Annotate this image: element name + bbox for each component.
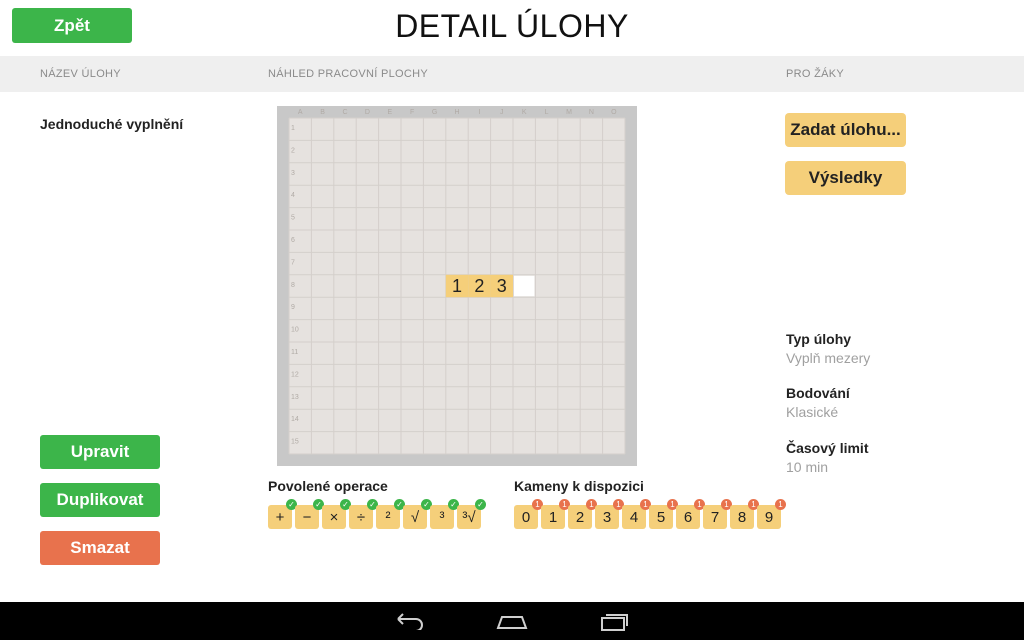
stone-digit: 5 — [656, 508, 666, 526]
operation-tile[interactable]: √ ✓ — [403, 499, 432, 529]
board-column-label: K — [522, 109, 527, 116]
operation-symbol: ³ — [439, 508, 445, 526]
home-nav-icon[interactable] — [496, 614, 528, 630]
operation-tile[interactable]: − ✓ — [295, 499, 324, 529]
operation-symbol: √ — [410, 508, 420, 526]
board-column-label: B — [320, 109, 325, 116]
stone-digit: 9 — [764, 508, 774, 526]
operation-tile[interactable]: ² ✓ — [376, 499, 405, 529]
stone-digit: 1 — [548, 508, 558, 526]
column-header-students: PRO ŽÁKY — [786, 68, 845, 80]
operation-symbol: ÷ — [356, 508, 366, 526]
board-tile-value: 3 — [497, 276, 507, 296]
board-column-label: J — [500, 109, 504, 116]
operation-tile[interactable]: ³ ✓ — [430, 499, 459, 529]
operation-symbol: + — [275, 508, 285, 526]
stone-tile[interactable]: 51 — [649, 499, 678, 529]
operation-tile[interactable]: + ✓ — [268, 499, 297, 529]
board-column-label: O — [611, 109, 617, 116]
recent-apps-icon[interactable] — [600, 612, 630, 632]
board-row-label: 11 — [291, 349, 298, 356]
board-tile-value: 1 — [452, 276, 462, 296]
back-nav-icon[interactable] — [394, 612, 426, 630]
stone-tile[interactable]: 01 — [514, 499, 543, 529]
task-type-label: Typ úlohy — [786, 331, 852, 347]
operation-symbol: ³√ — [462, 508, 476, 526]
stone-digit: 3 — [602, 508, 612, 526]
board-column-label: G — [432, 109, 437, 116]
stone-tile[interactable]: 81 — [730, 499, 759, 529]
board-column-label: M — [566, 109, 572, 116]
board-column-label: A — [298, 109, 303, 116]
board-row-label: 5 — [291, 215, 295, 222]
scoring-value: Klasické — [786, 404, 839, 420]
board-row-label: 13 — [291, 394, 299, 401]
page-title: DETAIL ÚLOHY — [395, 8, 629, 44]
stones-label: Kameny k dispozici — [514, 478, 644, 494]
operation-symbol: ² — [385, 508, 391, 526]
operation-symbol: × — [329, 508, 339, 526]
board-empty-slot[interactable] — [514, 275, 535, 297]
board-row-label: 3 — [291, 170, 295, 177]
stone-digit: 4 — [629, 508, 639, 526]
time-limit-value: 10 min — [786, 459, 829, 475]
board-row-label: 7 — [291, 259, 295, 266]
operation-tile[interactable]: ÷ ✓ — [349, 499, 378, 529]
stone-digit: 7 — [710, 508, 720, 526]
column-header-preview: NÁHLED PRACOVNÍ PLOCHY — [268, 68, 429, 80]
board-row-label: 8 — [291, 282, 295, 289]
edit-button[interactable]: Upravit — [40, 435, 160, 469]
board-row-label: 10 — [291, 327, 299, 334]
board-column-label: E — [387, 109, 392, 116]
column-header-name: NÁZEV ÚLOHY — [40, 68, 121, 80]
board-row-label: 14 — [291, 416, 299, 423]
board-column-label: F — [410, 109, 414, 116]
stone-digit: 0 — [521, 508, 531, 526]
stone-tile[interactable]: 41 — [622, 499, 651, 529]
board-row-label: 1 — [291, 125, 295, 132]
stone-tile[interactable]: 91 — [757, 499, 786, 529]
time-limit-label: Časový limit — [786, 440, 869, 456]
board-column-label: C — [342, 109, 347, 116]
task-name: Jednoduché vyplnění — [40, 116, 184, 132]
operation-tile[interactable]: × ✓ — [322, 499, 351, 529]
assign-task-button[interactable]: Zadat úlohu... — [785, 113, 906, 147]
stone-digit: 2 — [575, 508, 585, 526]
check-icon: ✓ — [475, 499, 486, 510]
duplicate-button[interactable]: Duplikovat — [40, 483, 160, 517]
stone-tile[interactable]: 31 — [595, 499, 624, 529]
operation-tile[interactable]: ³√ ✓ — [457, 499, 486, 529]
operation-symbol: − — [302, 508, 312, 526]
board-row-label: 15 — [291, 439, 299, 446]
column-header-bar — [0, 56, 1024, 92]
stone-count-badge: 1 — [775, 499, 786, 510]
board-row-label: 2 — [291, 147, 295, 154]
scoring-label: Bodování — [786, 385, 850, 401]
system-nav-bar — [0, 602, 1024, 640]
board-column-label: N — [589, 109, 594, 116]
board-column-label: L — [545, 109, 549, 116]
operations-list: + ✓ − ✓ × ✓ ÷ ✓ ² ✓ √ ✓ ³ ✓ ³√ ✓ — [268, 499, 498, 531]
stone-tile[interactable]: 11 — [541, 499, 570, 529]
board-row-label: 12 — [291, 371, 299, 378]
stone-tile[interactable]: 21 — [568, 499, 597, 529]
board-row-label: 6 — [291, 237, 295, 244]
board-row-label: 4 — [291, 192, 295, 199]
workspace-grid: A B C D E F G H I J K L M N O1234567891011121314151 2 3 — [288, 109, 626, 455]
stone-tile[interactable]: 71 — [703, 499, 732, 529]
board-column-label: H — [454, 109, 459, 116]
operations-label: Povolené operace — [268, 478, 388, 494]
board-tile-value: 2 — [474, 276, 484, 296]
board-column-label: D — [365, 109, 370, 116]
stone-digit: 8 — [737, 508, 747, 526]
stone-digit: 6 — [683, 508, 693, 526]
stones-list: 01112131415161718191 — [514, 499, 794, 531]
delete-button[interactable]: Smazat — [40, 531, 160, 565]
stone-tile[interactable]: 61 — [676, 499, 705, 529]
board-column-label: I — [478, 109, 480, 116]
results-button[interactable]: Výsledky — [785, 161, 906, 195]
task-type-value: Vyplň mezery — [786, 350, 871, 366]
board-row-label: 9 — [291, 304, 295, 311]
